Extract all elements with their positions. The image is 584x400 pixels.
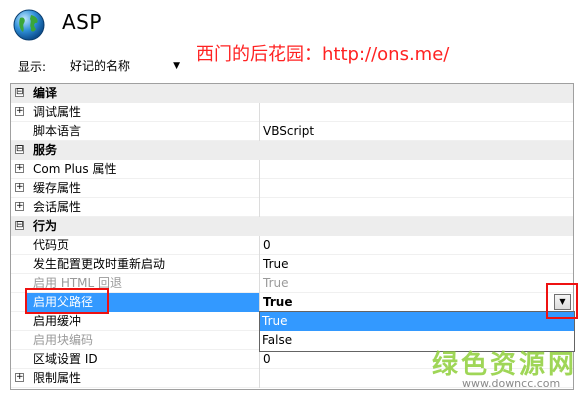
column-divider	[259, 122, 260, 141]
property-name: 调试属性	[33, 105, 82, 119]
property-value[interactable]: True	[263, 255, 289, 274]
expand-icon[interactable]: +	[15, 107, 24, 116]
expand-icon[interactable]: +	[15, 202, 24, 211]
property-row[interactable]: 代码页 0	[11, 236, 573, 255]
display-mode-select[interactable]: 好记的名称 ▼	[62, 56, 184, 76]
property-row[interactable]: 脚本语言 VBScript	[11, 122, 573, 141]
column-divider	[259, 255, 260, 274]
highlight-box-property	[25, 288, 109, 314]
property-name: 启用缓冲	[33, 314, 82, 328]
property-value[interactable]: VBScript	[263, 122, 314, 141]
property-name: 区域设置 ID	[33, 352, 98, 366]
category-row[interactable]: ⊟ 编译	[11, 84, 573, 103]
column-divider	[259, 103, 260, 122]
page-title: ASP	[62, 10, 102, 34]
column-divider	[259, 350, 260, 369]
display-mode-value: 好记的名称	[70, 59, 131, 73]
category-row[interactable]: ⊟ 行为	[11, 217, 573, 236]
category-row[interactable]: ⊟ 服务	[11, 141, 573, 160]
column-divider	[259, 198, 260, 217]
display-sort-bar: 显示: 好记的名称 ▼	[10, 54, 190, 78]
collapse-icon[interactable]: ⊟	[15, 221, 24, 230]
property-name: 发生配置更改时重新启动	[33, 257, 166, 271]
column-divider	[259, 369, 260, 388]
column-divider	[259, 274, 260, 293]
property-row[interactable]: + 会话属性	[11, 198, 573, 217]
property-name: 启用块编码	[33, 333, 94, 347]
chevron-down-icon: ▼	[173, 61, 180, 71]
property-name: 缓存属性	[33, 181, 82, 195]
globe-icon	[13, 9, 45, 41]
property-row[interactable]: + Com Plus 属性	[11, 160, 573, 179]
blog-watermark: 西门的后花园：http://ons.me/	[196, 44, 450, 65]
collapse-icon[interactable]: ⊟	[15, 145, 24, 154]
column-divider	[259, 293, 260, 312]
display-label: 显示:	[18, 60, 47, 74]
highlight-box-dropdown-button	[546, 283, 578, 319]
property-name: 代码页	[33, 238, 70, 252]
property-name: 会话属性	[33, 200, 82, 214]
dropdown-option[interactable]: True	[260, 312, 574, 331]
property-row[interactable]: + 缓存属性	[11, 179, 573, 198]
expand-icon[interactable]: +	[15, 373, 24, 382]
property-value[interactable]: True	[263, 274, 289, 293]
property-row[interactable]: + 调试属性	[11, 103, 573, 122]
window-header: ASP 西门的后花园：http://ons.me/	[0, 0, 584, 65]
property-name: 限制属性	[33, 371, 82, 385]
property-value[interactable]: 0	[263, 236, 271, 255]
property-value[interactable]: True	[263, 293, 292, 312]
column-divider	[259, 179, 260, 198]
expand-icon[interactable]: +	[15, 183, 24, 192]
site-watermark: 绿色资源网 www.downcc.com	[432, 344, 577, 390]
collapse-icon[interactable]: ⊟	[15, 88, 24, 97]
property-name: 编译	[33, 86, 58, 100]
property-name: 服务	[33, 143, 58, 157]
column-divider	[259, 236, 260, 255]
property-row[interactable]: 发生配置更改时重新启动 True	[11, 255, 573, 274]
property-name: Com Plus 属性	[33, 162, 117, 176]
expand-icon[interactable]: +	[15, 164, 24, 173]
property-name: 脚本语言	[33, 124, 82, 138]
site-watermark-name: 绿色资源网	[432, 350, 578, 380]
column-divider	[259, 160, 260, 179]
property-value[interactable]: 0	[263, 350, 271, 369]
property-name: 行为	[33, 219, 58, 233]
